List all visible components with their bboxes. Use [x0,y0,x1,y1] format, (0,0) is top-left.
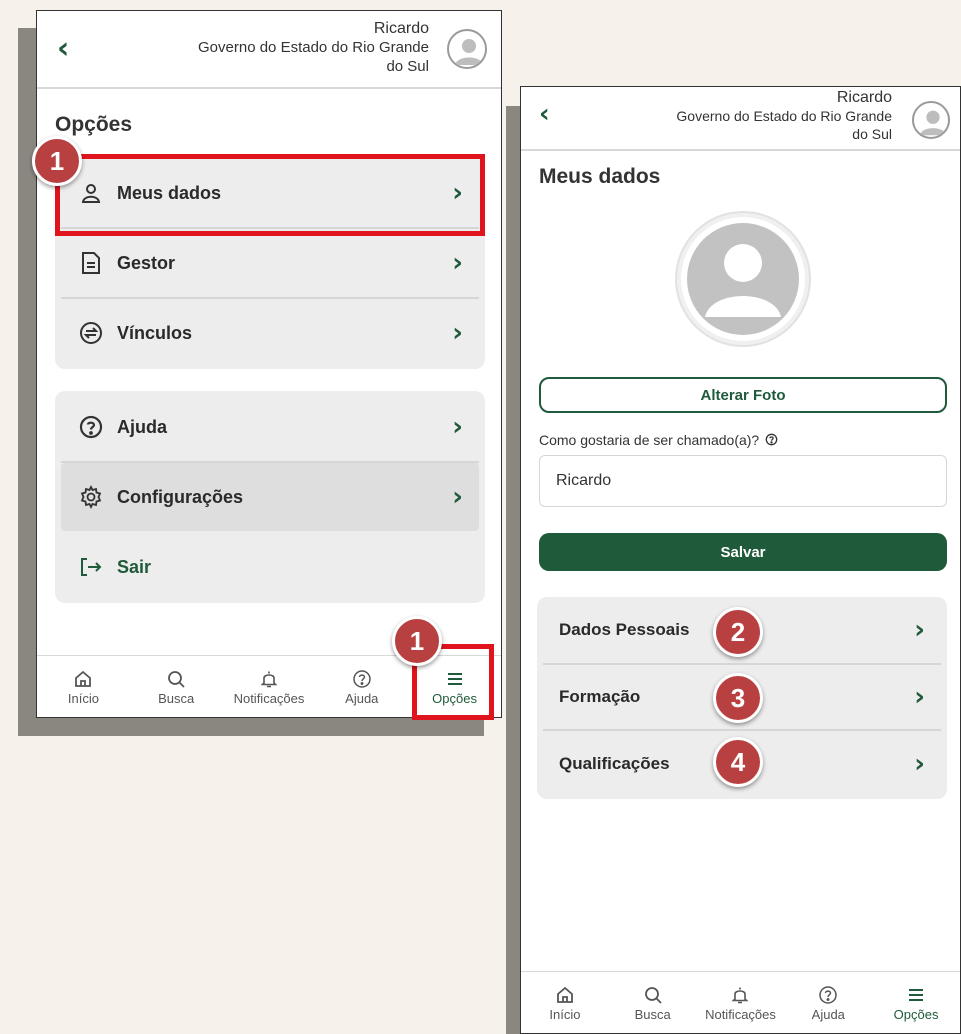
home-icon [73,667,93,691]
tab-busca[interactable]: Busca [609,972,697,1033]
profile-photo [681,217,805,341]
tab-inicio[interactable]: Início [521,972,609,1033]
tab-label: Notificações [233,691,305,706]
tab-label: Ajuda [811,1007,845,1022]
menu-item-label: Gestor [117,252,176,273]
my-data-screen: ‹ Ricardo Governo do Estado do Rio Grand… [520,86,961,1034]
tab-notificacoes[interactable]: Notificações [223,656,316,717]
avatar[interactable] [447,29,487,69]
org-name-cont: do Sul [386,58,429,75]
avatar[interactable] [912,101,950,139]
chevron-right-icon: › [452,412,463,442]
tab-label: Ajuda [345,691,379,706]
menu-item-sair[interactable]: Sair [55,533,485,601]
menu-item-ajuda[interactable]: Ajuda › [55,391,485,463]
user-name: Ricardo [836,89,892,106]
chevron-right-icon: › [452,318,463,348]
user-name: Ricardo [373,20,429,37]
help-icon [818,983,838,1007]
bottom-tab-bar: Início Busca Notificações Ajuda Opções [521,971,960,1033]
back-icon[interactable]: ‹ [539,99,550,129]
help-icon[interactable] [765,433,778,449]
back-icon[interactable]: ‹ [57,31,69,66]
menu-item-label: Ajuda [117,416,168,437]
menu-item-label: Sair [117,556,152,577]
step-badge: 1 [32,136,82,186]
menu-item-vinculos[interactable]: Vínculos › [55,299,485,367]
tab-busca[interactable]: Busca [130,656,223,717]
nickname-input[interactable]: Ricardo [539,455,947,507]
user-info: Ricardo Governo do Estado do Rio Grande … [612,89,892,143]
menu-item-label: Vínculos [117,322,193,343]
nickname-label: Como gostaria de ser chamado(a)? [539,432,778,449]
page-title: Meus dados [539,165,661,188]
chevron-right-icon: › [914,749,925,779]
tab-inicio[interactable]: Início [37,656,130,717]
highlight-meus-dados [55,154,485,236]
chevron-right-icon: › [914,615,925,645]
section-label: Qualificações [559,754,670,773]
tab-label: Busca [634,1007,671,1022]
page-title: Opções [55,113,133,136]
options-card-secondary: Ajuda › Configurações › Sair [55,391,485,603]
org-name: Governo do Estado do Rio Grande [676,108,892,124]
chevron-right-icon: › [914,682,925,712]
org-name-cont: do Sul [852,126,892,142]
save-button[interactable]: Salvar [539,533,947,571]
menu-item-configuracoes[interactable]: Configurações › [61,463,479,531]
tab-ajuda[interactable]: Ajuda [784,972,872,1033]
home-icon [555,983,575,1007]
tab-notificacoes[interactable]: Notificações [697,972,785,1033]
logout-icon [77,556,105,578]
options-screen: ‹ Ricardo Governo do Estado do Rio Grand… [36,10,502,718]
tab-label: Busca [158,691,195,706]
menu-item-gestor[interactable]: Gestor › [55,229,485,297]
step-badge: 3 [713,673,763,723]
change-photo-button[interactable]: Alterar Foto [539,377,947,413]
search-icon [166,667,186,691]
user-info: Ricardo Governo do Estado do Rio Grande … [129,19,429,76]
step-badge: 1 [392,616,442,666]
app-header: ‹ Ricardo Governo do Estado do Rio Grand… [37,11,501,89]
bell-icon [730,983,750,1007]
nickname-question: Como gostaria de ser chamado(a)? [539,432,760,448]
menu-item-label: Configurações [117,486,244,507]
help-icon [352,667,372,691]
section-label: Dados Pessoais [559,620,690,639]
swap-icon [77,321,105,345]
menu-icon [906,983,926,1007]
bell-icon [259,667,279,691]
help-icon [77,415,105,439]
org-name: Governo do Estado do Rio Grande [198,39,429,56]
app-header: ‹ Ricardo Governo do Estado do Rio Grand… [521,87,960,151]
tab-opcoes[interactable]: Opções [872,972,960,1033]
document-icon [77,251,105,275]
step-badge: 4 [713,737,763,787]
section-label: Formação [559,687,641,706]
search-icon [643,983,663,1007]
gear-icon [77,485,105,509]
chevron-right-icon: › [452,482,463,512]
step-badge: 2 [713,607,763,657]
tab-label: Opções [893,1007,939,1022]
tab-label: Início [67,691,99,706]
tab-label: Início [549,1007,581,1022]
tab-ajuda[interactable]: Ajuda [315,656,408,717]
tab-label: Notificações [705,1007,776,1022]
chevron-right-icon: › [452,248,463,278]
